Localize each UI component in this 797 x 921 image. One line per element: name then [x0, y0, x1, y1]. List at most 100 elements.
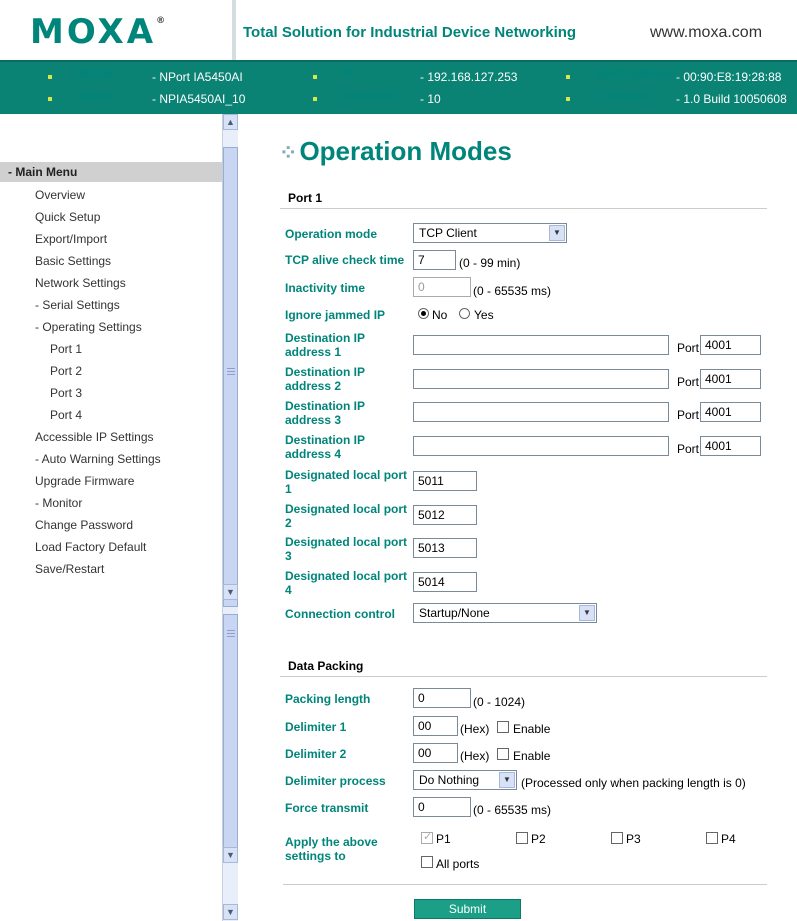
- dest-port-4-input[interactable]: 4001: [700, 436, 761, 456]
- delimiter-2-hex: (Hex): [460, 749, 490, 763]
- registered-mark: ®: [156, 16, 166, 26]
- apply-p2-checkbox[interactable]: [516, 832, 528, 844]
- menu-item-quick-setup[interactable]: Quick Setup: [0, 206, 222, 228]
- menu-item-change-password[interactable]: Change Password: [0, 514, 222, 536]
- menu-item-port-1[interactable]: Port 1: [0, 338, 222, 360]
- info-firmware-label: Firmware: [596, 89, 650, 103]
- dest-port-3-input[interactable]: 4001: [700, 402, 761, 422]
- dest-ip-2-label-b: address 2: [285, 379, 342, 393]
- scroll-up-button[interactable]: ▲: [223, 114, 238, 130]
- chevron-down-icon: ▼: [226, 907, 235, 917]
- info-name: Name - NPIA5450AI_10: [48, 90, 245, 108]
- packing-length-input[interactable]: 0: [413, 688, 471, 708]
- menu-item-accessible-ip[interactable]: Accessible IP Settings: [0, 426, 222, 448]
- connection-control-label: Connection control: [285, 607, 395, 621]
- delimiter-2-input[interactable]: 00: [413, 743, 458, 763]
- bullet-icon: [313, 97, 317, 101]
- local-port-1-label-b: 1: [285, 482, 292, 496]
- apply-all-ports-checkbox[interactable]: [421, 856, 433, 868]
- dest-ip-4-label-b: address 4: [285, 447, 342, 461]
- delimiter-process-select[interactable]: Do Nothing ▼: [413, 770, 517, 790]
- scroll-down-button-mid[interactable]: ▼: [223, 847, 238, 863]
- apply-settings-label-b: settings to: [285, 849, 346, 863]
- main-menu-title[interactable]: - Main Menu: [0, 162, 222, 182]
- local-port-3-label-a: Designated local port: [285, 535, 408, 549]
- tcp-alive-input[interactable]: 7: [413, 250, 456, 270]
- menu-item-basic-settings[interactable]: Basic Settings: [0, 250, 222, 272]
- scroll-down-button-upper[interactable]: ▼: [223, 584, 238, 600]
- scroll-thumb-upper[interactable]: [223, 147, 238, 607]
- menu-item-export-import[interactable]: Export/Import: [0, 228, 222, 250]
- menu-item-port-2[interactable]: Port 2: [0, 360, 222, 382]
- apply-p3-checkbox[interactable]: [611, 832, 623, 844]
- menu-item-port-3[interactable]: Port 3: [0, 382, 222, 404]
- connection-control-select[interactable]: Startup/None ▼: [413, 603, 597, 623]
- local-port-1-input[interactable]: 5011: [413, 471, 477, 491]
- dest-ip-4-input[interactable]: [413, 436, 669, 456]
- scroll-thumb-lower[interactable]: [223, 614, 238, 854]
- scroll-down-button[interactable]: ▼: [223, 904, 238, 920]
- grip-line: [227, 636, 235, 637]
- delimiter-2-enable-checkbox[interactable]: [497, 748, 509, 760]
- apply-all-ports-label: All ports: [436, 857, 480, 871]
- bullet-icon: [566, 75, 570, 79]
- menu-item-monitor[interactable]: - Monitor: [0, 492, 222, 514]
- menu-item-network-settings[interactable]: Network Settings: [0, 272, 222, 294]
- apply-p4-checkbox[interactable]: [706, 832, 718, 844]
- page-title: ⁘Operation Modes: [279, 136, 512, 167]
- info-mac-value: - 00:90:E8:19:28:88: [676, 70, 782, 84]
- chevron-down-icon[interactable]: ▼: [499, 772, 515, 788]
- delimiter-1-enable-checkbox[interactable]: [497, 721, 509, 733]
- chevron-down-icon: ▼: [226, 587, 235, 597]
- menu-item-load-factory-default[interactable]: Load Factory Default: [0, 536, 222, 558]
- bullet-icon: [566, 97, 570, 101]
- section-header-port-1: Port 1: [280, 187, 767, 209]
- delimiter-1-input[interactable]: 00: [413, 716, 458, 736]
- packing-length-range: (0 - 1024): [473, 695, 526, 709]
- dest-port-2-input[interactable]: 4001: [700, 369, 761, 389]
- dest-port-1-label: Port: [677, 341, 700, 355]
- local-port-4-input[interactable]: 5014: [413, 572, 477, 592]
- info-model: Model - NPort IA5450AI: [48, 68, 243, 86]
- operation-mode-select[interactable]: TCP Client ▼: [413, 223, 567, 243]
- delimiter-process-label: Delimiter process: [285, 774, 386, 788]
- dest-ip-2-input[interactable]: [413, 369, 669, 389]
- grip-line: [227, 633, 235, 634]
- local-port-4-label-b: 4: [285, 583, 292, 597]
- info-serial-label: Serial NO.: [343, 89, 401, 103]
- info-ip-value: - 192.168.127.253: [420, 70, 518, 84]
- menu-item-auto-warning[interactable]: - Auto Warning Settings: [0, 448, 222, 470]
- chevron-down-icon[interactable]: ▼: [549, 225, 565, 241]
- menu-item-serial-settings[interactable]: - Serial Settings: [0, 294, 222, 316]
- inactivity-input[interactable]: 0: [413, 277, 471, 297]
- menu-item-save-restart[interactable]: Save/Restart: [0, 558, 222, 580]
- local-port-1-label-a: Designated local port: [285, 468, 408, 482]
- local-port-3-input[interactable]: 5013: [413, 538, 477, 558]
- menu-item-operating-settings[interactable]: - Operating Settings: [0, 316, 222, 338]
- submit-button[interactable]: Submit: [414, 899, 521, 919]
- dest-port-1-input[interactable]: 4001: [700, 335, 761, 355]
- connection-control-value: Startup/None: [419, 606, 490, 620]
- menu-scrollbar[interactable]: ▲ ▼ ▼ ▼: [222, 114, 238, 921]
- dest-port-2-label: Port: [677, 375, 700, 389]
- radio-no[interactable]: [418, 308, 429, 319]
- moxa-logo[interactable]: MOXA®: [30, 12, 165, 52]
- dest-ip-1-label-b: address 1: [285, 345, 342, 359]
- apply-p1-checkbox[interactable]: [421, 830, 433, 844]
- apply-p3-label: P3: [626, 832, 641, 846]
- bullet-icon: [48, 75, 52, 79]
- menu-item-overview[interactable]: Overview: [0, 184, 222, 206]
- force-transmit-input[interactable]: 0: [413, 797, 471, 817]
- dest-ip-3-input[interactable]: [413, 402, 669, 422]
- radio-yes[interactable]: [459, 308, 470, 319]
- local-port-2-input[interactable]: 5012: [413, 505, 477, 525]
- info-mac-label: MAC Address: [596, 67, 675, 81]
- menu-item-port-4[interactable]: Port 4: [0, 404, 222, 426]
- website-link[interactable]: www.moxa.com: [650, 24, 762, 42]
- info-mac: MAC Address - 00:90:E8:19:28:88: [566, 68, 797, 86]
- main-menu: - Main Menu Overview Quick Setup Export/…: [0, 162, 222, 580]
- delimiter-1-hex: (Hex): [460, 722, 490, 736]
- chevron-down-icon[interactable]: ▼: [579, 605, 595, 621]
- menu-item-upgrade-firmware[interactable]: Upgrade Firmware: [0, 470, 222, 492]
- dest-ip-1-input[interactable]: [413, 335, 669, 355]
